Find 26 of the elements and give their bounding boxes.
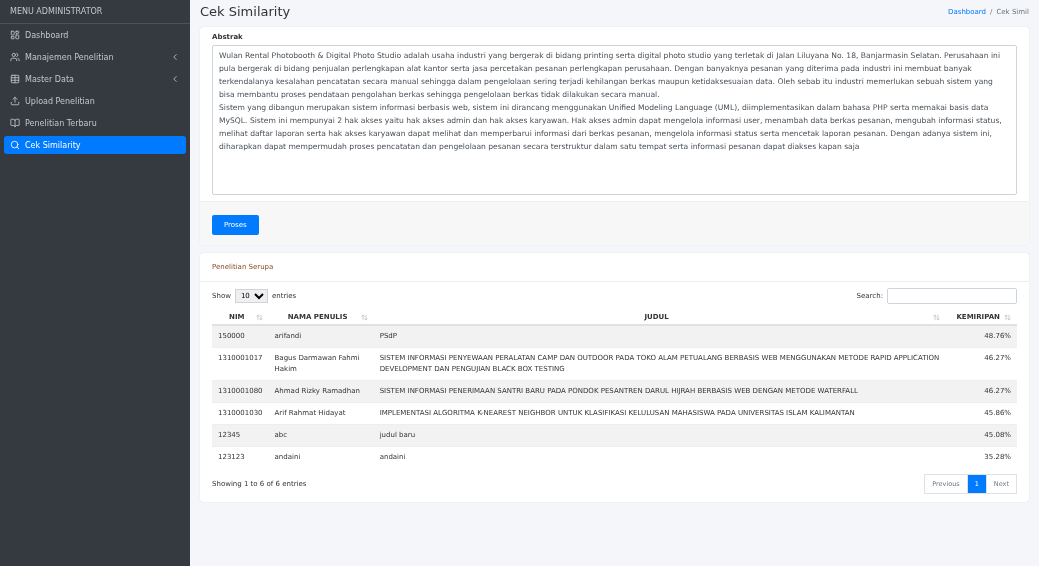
sidebar-item[interactable]: Manajemen Penelitian [4, 48, 186, 66]
upload-icon [10, 96, 20, 106]
sidebar-item-label: Cek Similarity [25, 140, 82, 150]
table-icon [10, 74, 20, 84]
sidebar-item[interactable]: Penelitian Terbaru [4, 114, 186, 132]
sidebar-item-label: Penelitian Terbaru [25, 118, 98, 128]
sidebar-item[interactable]: Master Data [4, 70, 186, 88]
sidebar-item[interactable]: Upload Penelitian [4, 92, 186, 110]
chevron-icon [170, 52, 180, 62]
book-icon [10, 118, 20, 128]
sort-icon [360, 313, 368, 321]
sidebar-item[interactable]: Dashboard [4, 26, 186, 44]
sidebar-item-label: Dashboard [25, 30, 70, 40]
sidebar-item[interactable]: Cek Similarity [4, 136, 186, 154]
chevron-icon [170, 74, 180, 84]
sidebar-item-label: Master Data [25, 74, 75, 84]
sort-icon [933, 313, 941, 321]
sort-icon [1004, 313, 1011, 321]
dashboard-icon [10, 30, 20, 40]
page-title: Cek Similarity [200, 4, 291, 19]
sort-icon [255, 313, 263, 321]
sidebar-item-label: Upload Penelitian [25, 96, 96, 106]
search-icon [10, 140, 20, 150]
sidebar-item-label: Manajemen Penelitian [25, 52, 115, 62]
search-field[interactable] [887, 288, 1017, 304]
users-icon [10, 52, 20, 62]
